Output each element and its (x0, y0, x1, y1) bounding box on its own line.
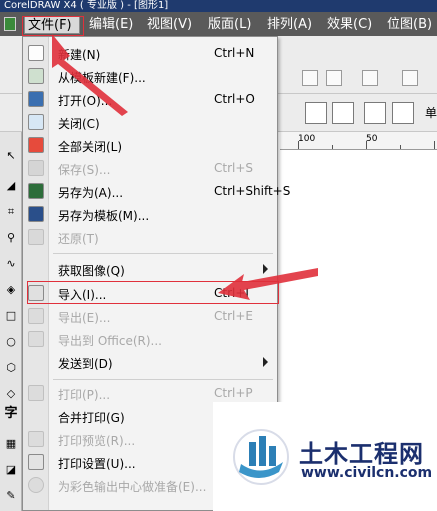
menu-item-new[interactable]: 新建(N) Ctrl+N (23, 42, 277, 65)
text-tool-icon[interactable]: 字 (3, 406, 19, 422)
ruler-tick (434, 141, 435, 149)
interactive-tool-icon[interactable]: ◪ (3, 462, 19, 478)
color-output-icon (28, 477, 44, 493)
zoom-tool-icon[interactable]: ⚲ (3, 230, 19, 246)
submenu-arrow-icon (263, 357, 268, 367)
toolbox: ↖ ◢ ⌗ ⚲ ∿ ◈ □ ○ ⬡ ◇ 字 ▦ ◪ ✎ (0, 132, 22, 511)
import-tool-icon[interactable] (302, 70, 318, 86)
shape-tool-icon[interactable]: ◢ (3, 178, 19, 194)
menu-item-close-all[interactable]: 全部关闭(L) (23, 134, 277, 157)
application-launcher-icon[interactable] (362, 70, 378, 86)
ruler-tick (298, 141, 299, 149)
revert-icon (28, 229, 44, 245)
close-all-icon (28, 137, 44, 153)
rectangle-tool-icon[interactable]: □ (3, 308, 19, 324)
menu-arrange[interactable]: 排列(A) (264, 16, 315, 34)
window-title: CorelDRAW X4 ( 专业版 ) - [图形1] (4, 0, 169, 11)
menu-effects[interactable]: 效果(C) (324, 16, 375, 34)
menu-item-open[interactable]: 打开(O)... Ctrl+O (23, 88, 277, 111)
menu-separator (53, 379, 273, 380)
menu-item-revert[interactable]: 还原(T) (23, 226, 277, 249)
ruler-tick (400, 145, 401, 149)
menu-bitmaps[interactable]: 位图(B) (384, 16, 435, 34)
print-icon (28, 385, 44, 401)
menu-item-export[interactable]: 导出(E)... Ctrl+E (23, 305, 277, 328)
new-document-icon (28, 45, 44, 61)
menu-view[interactable]: 视图(V) (144, 16, 195, 34)
save-template-icon (28, 206, 44, 222)
all-pages-button[interactable] (364, 102, 386, 124)
current-page-button[interactable] (392, 102, 414, 124)
menu-edit[interactable]: 编辑(E) (86, 16, 136, 34)
portrait-button[interactable] (305, 102, 327, 124)
print-preview-icon (28, 431, 44, 447)
pick-tool-icon[interactable]: ↖ (3, 148, 19, 164)
freehand-tool-icon[interactable]: ∿ (3, 256, 19, 272)
submenu-arrow-icon (263, 264, 268, 274)
eyedropper-tool-icon[interactable]: ✎ (3, 488, 19, 504)
export-tool-icon[interactable] (326, 70, 342, 86)
export-office-icon (28, 331, 44, 347)
menu-layout[interactable]: 版面(L) (205, 16, 254, 34)
landscape-button[interactable] (332, 102, 354, 124)
smart-fill-tool-icon[interactable]: ◈ (3, 282, 19, 298)
menu-item-save[interactable]: 保存(S)... Ctrl+S (23, 157, 277, 180)
menu-item-acquire-image[interactable]: 获取图像(Q) (23, 258, 277, 281)
menu-item-close[interactable]: 关闭(C) (23, 111, 277, 134)
save-icon (28, 160, 44, 176)
file-menu-highlight (22, 16, 84, 36)
menu-item-save-as-template[interactable]: 另存为模板(M)... (23, 203, 277, 226)
ruler-tick (366, 141, 367, 149)
basic-shapes-tool-icon[interactable]: ◇ (3, 386, 19, 402)
close-document-icon (28, 114, 44, 130)
export-icon (28, 308, 44, 324)
watermark-url: www.civilcn.com (301, 465, 433, 481)
units-label: 单 (425, 106, 437, 120)
watermark-title: 土木工程网 (299, 440, 424, 468)
menu-item-save-as[interactable]: 另存为(A)... Ctrl+Shift+S (23, 180, 290, 203)
template-icon (28, 68, 44, 84)
app-icon (4, 17, 16, 31)
menu-item-new-from-template[interactable]: 从模板新建(F)... (23, 65, 277, 88)
open-folder-icon (28, 91, 44, 107)
import-item-highlight (27, 281, 279, 304)
ellipse-tool-icon[interactable]: ○ (3, 334, 19, 350)
window-title-bar: CorelDRAW X4 ( 专业版 ) - [图形1] (0, 0, 437, 12)
watermark-logo-icon (233, 429, 289, 485)
save-as-icon (28, 183, 44, 199)
horizontal-ruler: 100 50 (280, 132, 437, 150)
table-tool-icon[interactable]: ▦ (3, 436, 19, 452)
print-setup-icon (28, 454, 44, 470)
ruler-label: 50 (366, 134, 378, 144)
menu-item-send-to[interactable]: 发送到(D) (23, 351, 277, 374)
menu-separator (53, 253, 273, 254)
ruler-label: 100 (298, 134, 316, 144)
options-icon[interactable] (402, 70, 418, 86)
menu-item-export-office[interactable]: 导出到 Office(R)... (23, 328, 277, 351)
crop-tool-icon[interactable]: ⌗ (3, 204, 19, 220)
watermark: 土木工程网 www.civilcn.com (213, 402, 437, 511)
ruler-tick (332, 145, 333, 149)
polygon-tool-icon[interactable]: ⬡ (3, 360, 19, 376)
